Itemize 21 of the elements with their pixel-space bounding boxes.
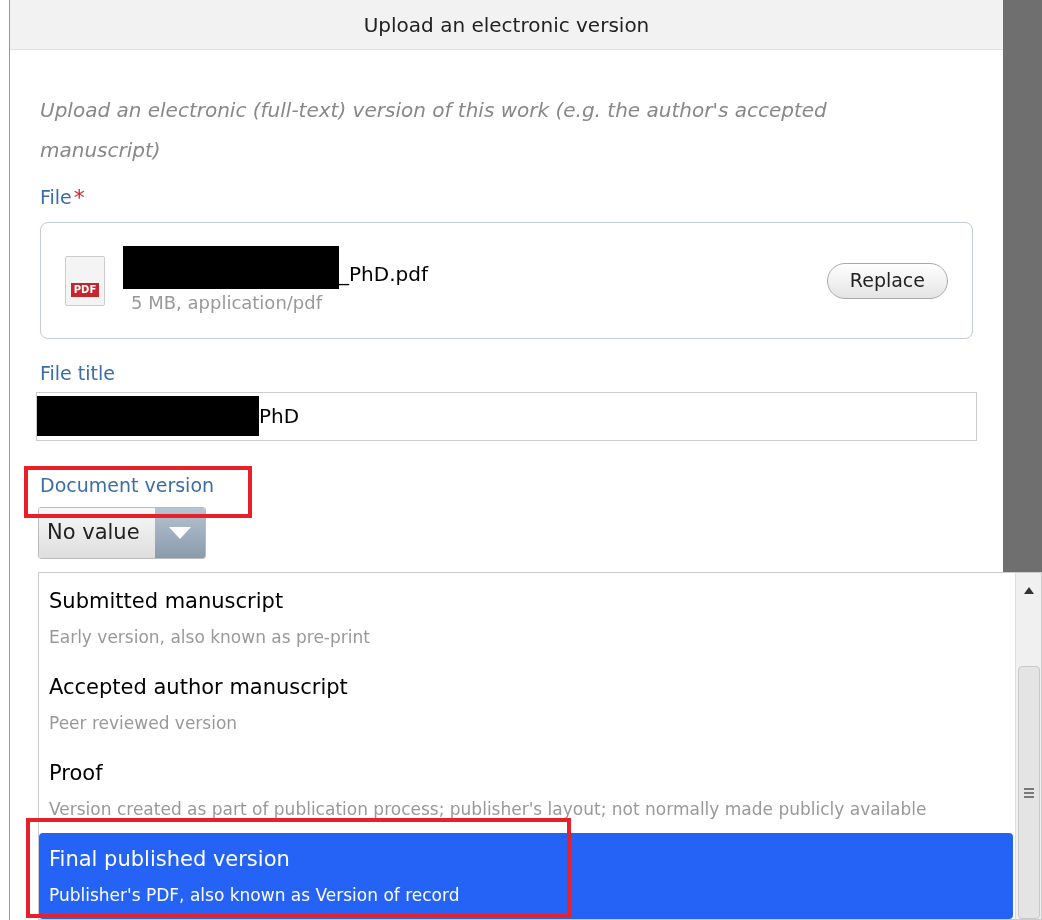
scroll-up-icon — [1023, 587, 1034, 594]
file-title-field[interactable]: PhD — [36, 391, 977, 441]
description-text: Upload an electronic (full-text) version of this work (e.g. the author's accepted manuscript) — [40, 97, 828, 164]
field-label: Document version — [40, 472, 215, 498]
dropdown-option[interactable]: Submitted manuscript Early version, also known as pre-print — [39, 575, 1015, 661]
replace-button[interactable]: Replace — [826, 262, 948, 299]
field-label: File — [40, 184, 72, 210]
version-select[interactable]: No value — [38, 507, 206, 559]
grip-icon — [1023, 787, 1034, 798]
caret-icon — [169, 527, 191, 539]
dropdown-option[interactable]: Final published version Publisher's PDF, also known as Version of record — [39, 833, 1013, 919]
field-label: File title — [40, 361, 115, 386]
dropdown-option[interactable]: Accepted author manuscript Peer reviewed version — [39, 661, 1015, 747]
dialog-title: Upload an electronic version — [363, 11, 650, 39]
required-mark: * — [73, 183, 85, 212]
scroll-thumb[interactable] — [1017, 666, 1040, 919]
dropdown-option[interactable]: Proof Version created as part of publication process; publisher's layout; not normally made publicly available — [39, 747, 1015, 833]
file-name: _PhD.pdf — [339, 260, 428, 288]
pdf-file-icon: PDF — [65, 255, 105, 306]
file-meta: 5 MB, application/pdf — [131, 290, 324, 315]
scrollbar[interactable] — [1015, 573, 1041, 919]
